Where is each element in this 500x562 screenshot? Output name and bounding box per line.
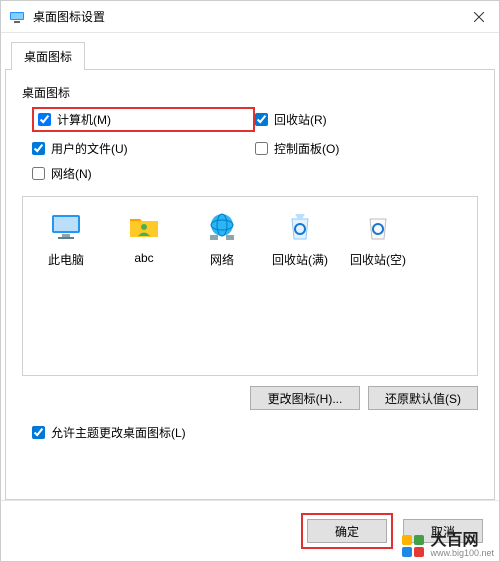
monitor-icon: [48, 209, 84, 245]
checkbox-userfiles[interactable]: [32, 142, 45, 155]
icon-this-pc[interactable]: 此电脑: [27, 209, 105, 268]
highlight-ok: 确定: [301, 513, 393, 549]
close-button[interactable]: [459, 1, 499, 33]
checkbox-recycle[interactable]: [255, 113, 268, 126]
label-userfiles: 用户的文件(U): [51, 140, 128, 157]
label-network: 网络(N): [51, 165, 92, 182]
window-title: 桌面图标设置: [33, 8, 459, 25]
icon-label-network: 网络: [210, 251, 234, 268]
cancel-button[interactable]: 取消: [403, 519, 483, 543]
checkbox-network[interactable]: [32, 167, 45, 180]
close-icon: [474, 12, 484, 22]
group-label: 桌面图标: [22, 84, 478, 101]
titlebar: 桌面图标设置: [1, 1, 499, 33]
check-control: 控制面板(O): [255, 140, 478, 157]
checkbox-computer[interactable]: [38, 113, 51, 126]
icon-label-recyclefull: 回收站(满): [272, 251, 328, 268]
label-computer: 计算机(M): [57, 111, 111, 128]
tab-header: 桌面图标: [5, 41, 495, 69]
app-icon: [9, 9, 25, 25]
restore-defaults-button[interactable]: 还原默认值(S): [368, 386, 478, 410]
checkbox-grid: 计算机(M) 回收站(R) 用户的文件(U) 控制面板(O) 网络(N): [22, 107, 478, 182]
label-recycle: 回收站(R): [274, 111, 327, 128]
change-icon-button[interactable]: 更改图标(H)...: [250, 386, 360, 410]
label-allow-theme: 允许主题更改桌面图标(L): [51, 424, 186, 441]
allow-theme-row: 允许主题更改桌面图标(L): [22, 424, 478, 441]
icon-preview-box: 此电脑 abc 网络: [22, 196, 478, 376]
checkbox-allow-theme[interactable]: [32, 426, 45, 439]
icon-recycle-empty[interactable]: 回收站(空): [339, 209, 417, 268]
check-network: 网络(N): [32, 165, 255, 182]
tab-body: 桌面图标 计算机(M) 回收站(R) 用户的文件(U) 控制面板(O): [5, 69, 495, 500]
folder-user-icon: [126, 209, 162, 245]
tab-desktop-icons[interactable]: 桌面图标: [11, 42, 85, 70]
icon-user-folder[interactable]: abc: [105, 209, 183, 265]
content-area: 桌面图标 桌面图标 计算机(M) 回收站(R) 用户的文件(U): [1, 33, 499, 500]
recycle-empty-icon: [360, 209, 396, 245]
checkbox-control[interactable]: [255, 142, 268, 155]
label-control: 控制面板(O): [274, 140, 339, 157]
check-recycle: 回收站(R): [255, 107, 478, 132]
icon-network[interactable]: 网络: [183, 209, 261, 268]
dialog-window: 桌面图标设置 桌面图标 桌面图标 计算机(M) 回收站(R) 用户: [0, 0, 500, 562]
dialog-footer: 确定 取消: [1, 500, 499, 561]
icon-recycle-full[interactable]: 回收站(满): [261, 209, 339, 268]
ok-button[interactable]: 确定: [307, 519, 387, 543]
icon-label-user: abc: [134, 251, 153, 265]
globe-icon: [204, 209, 240, 245]
icon-label-recycleempty: 回收站(空): [350, 251, 406, 268]
icon-button-row: 更改图标(H)... 还原默认值(S): [22, 386, 478, 410]
recycle-full-icon: [282, 209, 318, 245]
icon-label-thispc: 此电脑: [48, 251, 84, 268]
check-userfiles: 用户的文件(U): [32, 140, 255, 157]
highlight-computer: 计算机(M): [32, 107, 255, 132]
